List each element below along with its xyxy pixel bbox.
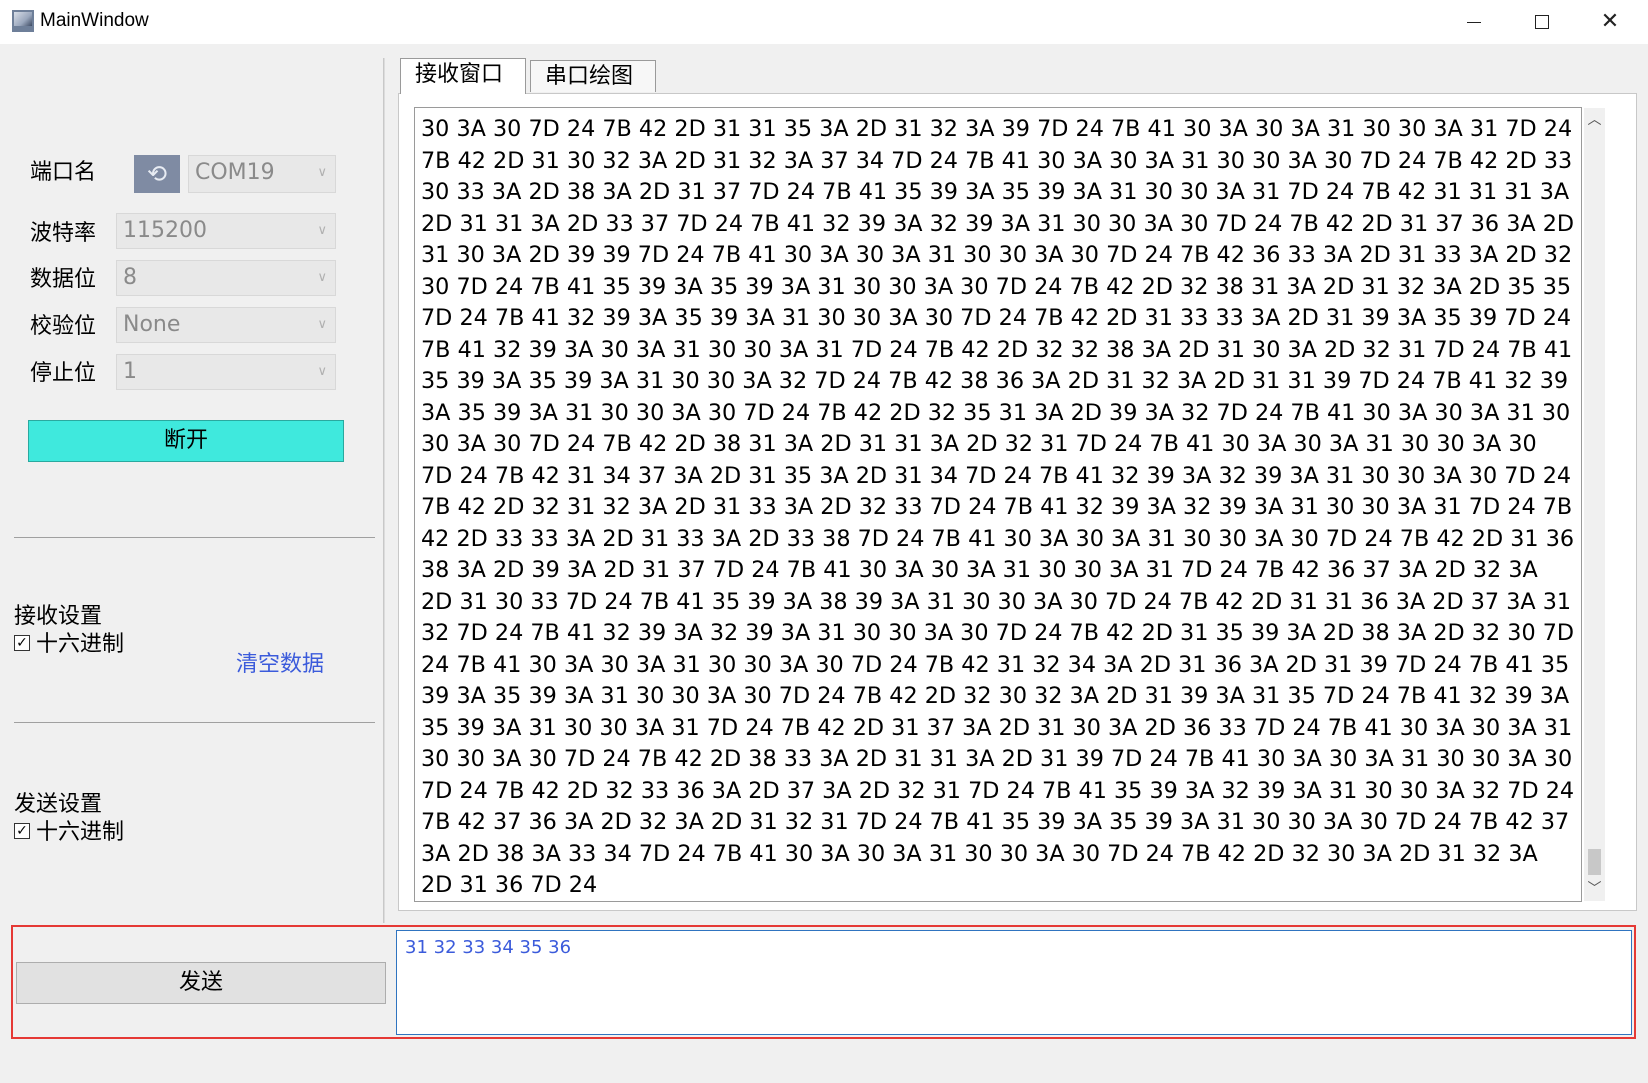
refresh-ports-button[interactable]: ⟲ [134,155,180,193]
title-bar: MainWindow ✕ [0,0,1648,44]
tab-receive-window[interactable]: 接收窗口 [400,58,526,94]
receive-settings-title: 接收设置 [14,604,103,629]
scroll-down-icon[interactable]: ﹀ [1584,877,1605,901]
stop-bits-select[interactable]: 1 ∨ [116,354,336,390]
close-button[interactable]: ✕ [1576,0,1644,44]
clear-data-button[interactable]: 清空数据 [236,646,324,678]
chevron-down-icon: ∨ [317,223,327,238]
port-value: COM19 [195,160,275,185]
stop-bits-value: 1 [123,359,137,384]
panel-splitter[interactable] [383,58,385,923]
parity-select[interactable]: None ∨ [116,307,336,343]
send-input[interactable]: 31 32 33 34 35 36 [396,930,1632,1035]
send-hex-checkbox[interactable]: ✓ 十六进制 [14,820,124,846]
parity-value: None [123,312,181,337]
receive-hex-checkbox[interactable]: ✓ 十六进制 [14,632,124,658]
parity-label: 校验位 [30,314,97,339]
minimize-icon [1467,22,1481,23]
send-hex-label: 十六进制 [36,820,125,845]
maximize-button[interactable] [1508,0,1576,44]
divider [14,537,375,538]
chevron-down-icon: ∨ [317,364,327,379]
data-bits-label: 数据位 [30,267,97,292]
chevron-down-icon: ∨ [317,270,327,285]
checkbox-checked-icon: ✓ [14,823,30,839]
baud-value: 115200 [123,218,207,243]
port-select[interactable]: COM19 ∨ [188,155,336,193]
scroll-up-icon[interactable]: ︿ [1584,108,1605,132]
baud-label: 波特率 [30,221,97,246]
receive-scrollbar[interactable]: ︿ ﹀ [1584,108,1605,901]
refresh-icon: ⟲ [146,160,168,188]
stop-bits-label: 停止位 [30,361,97,386]
maximize-icon [1535,15,1549,29]
divider [14,722,375,723]
disconnect-button[interactable]: 断开 [28,420,344,462]
data-bits-value: 8 [123,265,137,290]
close-icon: ✕ [1600,9,1620,34]
send-button[interactable]: 发送 [16,962,386,1004]
window-title: MainWindow [40,10,149,31]
baud-select[interactable]: 115200 ∨ [116,213,336,249]
receive-textarea[interactable]: 30 3A 30 7D 24 7B 42 2D 31 31 35 3A 2D 3… [414,107,1582,902]
send-settings-title: 发送设置 [14,792,103,817]
minimize-button[interactable] [1440,0,1508,44]
tab-serial-plot[interactable]: 串口绘图 [530,60,656,92]
checkbox-checked-icon: ✓ [14,635,30,651]
scroll-thumb[interactable] [1588,849,1601,875]
chevron-down-icon: ∨ [317,165,327,180]
chevron-down-icon: ∨ [317,317,327,332]
data-bits-select[interactable]: 8 ∨ [116,260,336,296]
app-icon [12,10,34,32]
port-label: 端口名 [30,160,97,185]
receive-hex-label: 十六进制 [36,632,125,657]
